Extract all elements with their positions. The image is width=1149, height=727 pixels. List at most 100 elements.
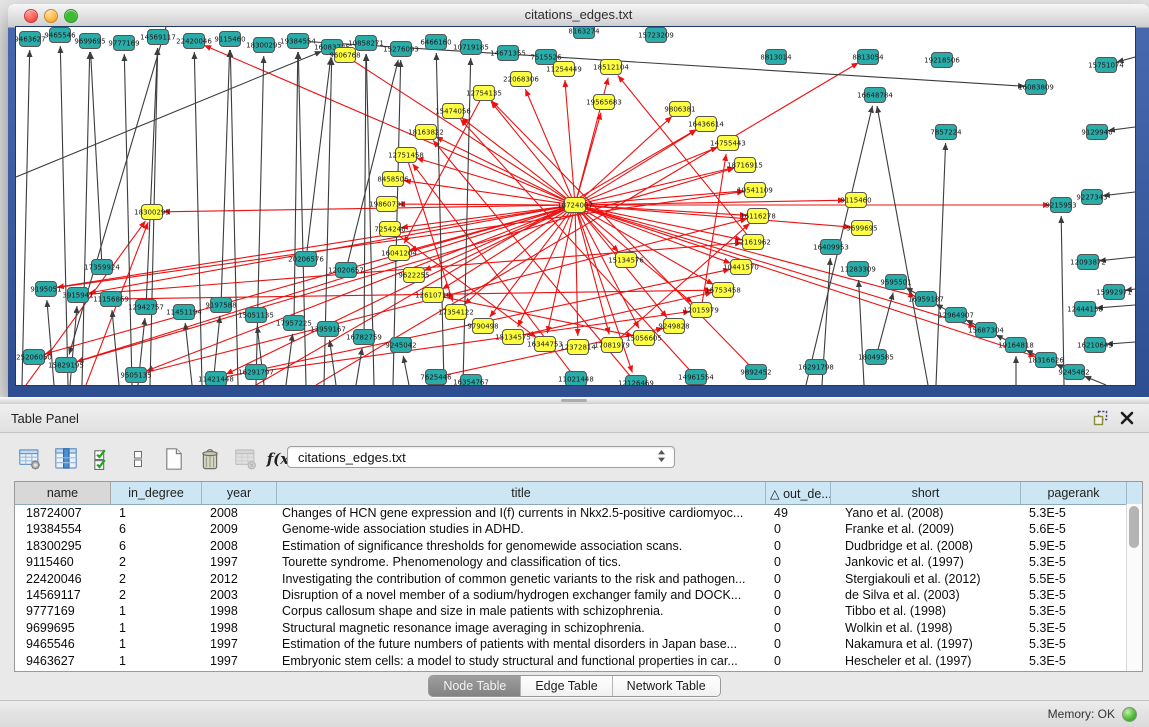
graph-edge[interactable] [877, 106, 928, 385]
network-graph[interactable]: 9463627946554696996959777169145691172242… [16, 27, 1135, 385]
graph-node[interactable]: 20206576 [288, 252, 324, 267]
graph-node[interactable]: 17354122 [438, 305, 474, 320]
graph-node[interactable]: 14569117 [140, 30, 176, 45]
graph-node[interactable]: 11283309 [840, 262, 876, 277]
tab-edge-table[interactable]: Edge Table [520, 676, 611, 696]
graph-edge[interactable] [307, 58, 331, 251]
network-window-titlebar[interactable]: citations_edges.txt [8, 4, 1149, 28]
network-canvas[interactable]: 9463627946554696996959777169145691172242… [16, 27, 1135, 385]
graph-node[interactable]: 9777169 [108, 36, 139, 51]
graph-node[interactable]: 16210643 [1077, 338, 1113, 353]
graph-node[interactable]: 9463627 [16, 32, 46, 47]
graph-node[interactable]: 12372814 [560, 340, 596, 355]
graph-node[interactable]: 9699695 [74, 34, 105, 49]
graph-node[interactable]: 16436614 [688, 117, 724, 132]
graph-node[interactable]: 17957225 [276, 316, 312, 331]
graph-edge[interactable] [1103, 192, 1135, 196]
graph-node[interactable]: 15829195 [48, 358, 84, 373]
scrollbar-thumb[interactable] [1129, 506, 1139, 548]
column-header-name[interactable]: name [15, 482, 111, 504]
column-header-in_degree[interactable]: in_degree [111, 482, 202, 504]
graph-edge[interactable] [256, 56, 264, 385]
graph-node[interactable]: 16782759 [346, 330, 382, 345]
graph-edge[interactable] [583, 207, 976, 326]
tab-node-table[interactable]: Node Table [429, 676, 520, 696]
tab-network-table[interactable]: Network Table [612, 676, 720, 696]
graph-edge[interactable] [436, 53, 444, 385]
graph-node[interactable]: 17359924 [84, 260, 120, 275]
graph-node[interactable]: 8813054 [852, 50, 884, 65]
graph-node[interactable]: 12093872 [1070, 255, 1106, 270]
graph-node[interactable]: 7857224 [930, 125, 962, 140]
graph-edge[interactable] [330, 340, 336, 385]
graph-edge[interactable] [298, 52, 306, 385]
graph-node[interactable]: 16354767 [453, 375, 489, 386]
graph-node[interactable]: 15134575 [495, 330, 531, 345]
graph-node[interactable]: 10441570 [723, 260, 759, 275]
graph-node[interactable]: 10541109 [737, 183, 773, 198]
table-row[interactable]: 977716911998Corpus callosum shape and si… [15, 603, 1142, 619]
graph-edge[interactable] [403, 356, 409, 385]
graph-edge[interactable] [491, 102, 570, 199]
graph-node[interactable]: 9197588 [205, 298, 236, 313]
table-selector-dropdown[interactable]: citations_edges.txt [287, 446, 675, 468]
graph-node[interactable]: 16648784 [857, 88, 893, 103]
table-row[interactable]: 946362711997Embryonic stem cells: a mode… [15, 653, 1142, 669]
panel-divider[interactable] [0, 397, 1149, 404]
graph-node[interactable]: 6466160 [420, 35, 451, 50]
table-row[interactable]: 969969511998Structural magnetic resonanc… [15, 620, 1142, 636]
graph-node[interactable]: 7625446 [420, 370, 452, 385]
graph-edge[interactable] [146, 48, 157, 299]
table-row[interactable]: 1830029562008Estimation of significance … [15, 538, 1142, 554]
graph-node[interactable]: 15276093 [383, 42, 419, 57]
graph-node[interactable]: 9892452 [740, 365, 771, 380]
graph-node[interactable]: 18049585 [858, 350, 894, 365]
close-panel-icon[interactable] [1119, 410, 1135, 426]
graph-node[interactable]: 16409953 [813, 240, 849, 255]
table-row[interactable]: 946554611997Estimation of the future num… [15, 636, 1142, 652]
graph-edge[interactable] [565, 80, 575, 197]
graph-edge[interactable] [878, 293, 893, 350]
graph-node[interactable]: 15134576 [608, 253, 644, 268]
graph-edge[interactable] [575, 213, 578, 336]
graph-node[interactable]: 12015979 [683, 303, 719, 318]
graph-node[interactable]: 18300295 [246, 38, 282, 53]
graph-node[interactable]: 9806381 [664, 102, 695, 117]
column-header-year[interactable]: year [202, 482, 277, 504]
graph-node[interactable]: 22068306 [503, 72, 539, 87]
column-header-title[interactable]: title [277, 482, 766, 504]
graph-edge[interactable] [582, 147, 717, 202]
new-document-icon[interactable] [160, 445, 187, 473]
graph-node[interactable]: 14671355 [490, 46, 526, 61]
graph-node[interactable]: 15992971 [1096, 285, 1132, 300]
graph-edge[interactable] [525, 89, 572, 198]
select-column-icon[interactable] [52, 445, 79, 473]
graph-node[interactable]: 12444158 [1067, 302, 1103, 317]
graph-edge[interactable] [1084, 376, 1106, 385]
graph-node[interactable]: 14961554 [678, 370, 714, 385]
column-header-pagerank[interactable]: pagerank [1021, 482, 1127, 504]
graph-node[interactable]: 16753458 [705, 283, 741, 298]
graph-node[interactable]: 19565683 [586, 95, 622, 110]
graph-node[interactable]: 15751074 [1088, 58, 1124, 73]
graph-edge[interactable] [547, 213, 573, 333]
graph-node[interactable]: 13959167 [310, 322, 346, 337]
table-row[interactable]: 1938455462009Genome-wide association stu… [15, 521, 1142, 537]
graph-node[interactable]: 19860731 [369, 197, 405, 212]
column-header-short[interactable]: short [831, 482, 1021, 504]
graph-node[interactable]: 12126469 [618, 376, 654, 386]
graph-node[interactable]: 25206050 [16, 350, 52, 365]
graph-edge[interactable] [60, 46, 68, 385]
graph-edge[interactable] [398, 204, 567, 205]
graph-node[interactable]: 11451194 [166, 305, 202, 320]
table-row[interactable]: 2242004622012Investigating the contribut… [15, 571, 1142, 587]
graph-edge[interactable] [47, 300, 54, 385]
graph-node[interactable]: 15056605 [626, 331, 662, 346]
graph-edge[interactable] [91, 52, 102, 259]
graph-node[interactable]: 9115460 [214, 32, 245, 47]
graph-node[interactable]: 15474056 [435, 104, 471, 119]
graph-node[interactable]: 11021448 [558, 372, 594, 386]
column-header-out_de[interactable]: △ out_de... [766, 482, 831, 504]
graph-node[interactable]: 9195051 [30, 282, 61, 297]
graph-edge[interactable] [230, 50, 238, 385]
